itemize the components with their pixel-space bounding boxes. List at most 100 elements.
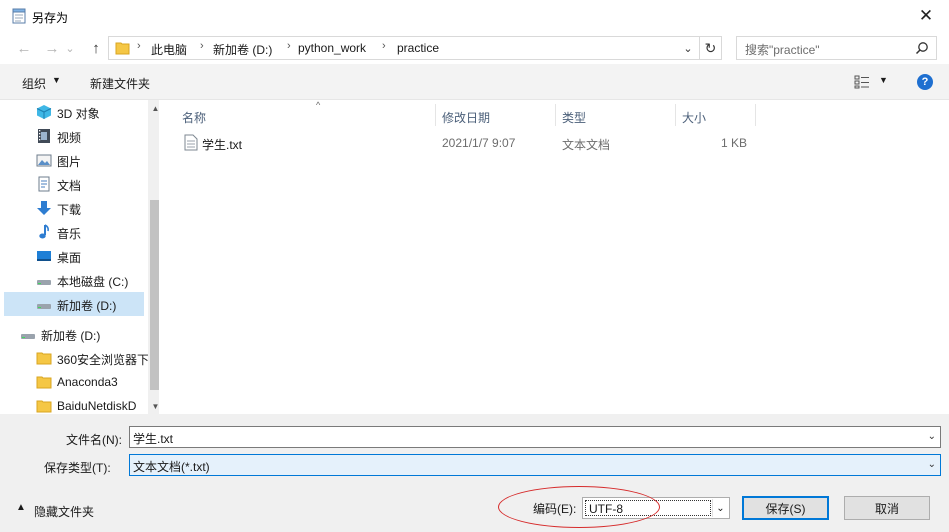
- sidebar-item-downloads[interactable]: 下载: [4, 196, 144, 220]
- file-name: 学生.txt: [202, 138, 243, 152]
- sidebar-item-label: 桌面: [57, 251, 82, 265]
- window-title: 另存为: [32, 11, 69, 25]
- column-header-size[interactable]: 大小: [676, 104, 756, 126]
- column-header-label: 类型: [562, 111, 587, 125]
- cancel-button[interactable]: 取消: [844, 496, 930, 520]
- filetype-value: 文本文档(*.txt): [133, 460, 210, 474]
- sidebar-item-local-disk-c[interactable]: 本地磁盘 (C:): [4, 268, 144, 292]
- sidebar-item-label: 视频: [57, 131, 82, 145]
- sidebar-item-folder-baidunetdisk[interactable]: BaiduNetdiskD: [4, 394, 144, 414]
- breadcrumb-drive-d[interactable]: 新加卷 (D:): [213, 41, 272, 58]
- close-icon: ✕: [918, 6, 934, 25]
- breadcrumb-python-work[interactable]: python_work: [298, 41, 366, 55]
- sidebar-item-label: 音乐: [57, 227, 82, 241]
- search-placeholder: 搜索"practice": [745, 43, 820, 57]
- sidebar-item-label: 图片: [57, 155, 82, 169]
- navigation-scrollbar[interactable]: ▲ ▼: [148, 100, 159, 414]
- forward-button[interactable]: →: [42, 38, 62, 58]
- scrollbar-thumb[interactable]: [150, 200, 159, 390]
- column-header-name[interactable]: 名称 ^: [176, 100, 436, 126]
- text-file-icon: [184, 134, 198, 151]
- music-icon: [39, 224, 49, 239]
- search-input[interactable]: 搜索"practice": [736, 36, 937, 60]
- column-header-date-modified[interactable]: 修改日期: [436, 104, 556, 126]
- help-button[interactable]: ?: [917, 74, 933, 90]
- notepad-icon: [12, 8, 26, 24]
- desktop-icon: [37, 251, 51, 261]
- breadcrumb-separator: ›: [287, 40, 291, 52]
- sidebar-item-label: 新加卷 (D:): [57, 299, 117, 313]
- sidebar-item-documents[interactable]: 文档: [4, 172, 144, 196]
- pictures-icon: [36, 154, 52, 167]
- sidebar-item-videos[interactable]: 视频: [4, 124, 144, 148]
- sidebar-item-label: 文档: [57, 179, 82, 193]
- breadcrumb-practice[interactable]: practice: [397, 41, 439, 55]
- sidebar-item-drive-d[interactable]: 新加卷 (D:): [4, 292, 144, 316]
- caret-down-icon[interactable]: ▼: [879, 75, 888, 85]
- caret-down-icon: ▼: [52, 75, 61, 85]
- save-button-label: 保存(S): [765, 501, 806, 516]
- arrow-left-icon: ←: [16, 39, 32, 57]
- breadcrumb-separator: ›: [200, 40, 204, 52]
- up-button[interactable]: ↑: [86, 38, 106, 58]
- breadcrumb-separator: ›: [137, 40, 141, 52]
- address-dropdown-button[interactable]: ⌄: [677, 37, 699, 59]
- filename-value: 学生.txt: [133, 432, 174, 446]
- sidebar-item-3d-objects[interactable]: 3D 对象: [4, 100, 144, 124]
- view-options-icon[interactable]: [854, 75, 870, 89]
- organize-button[interactable]: 组织: [22, 75, 46, 92]
- sidebar-item-label: 下载: [57, 203, 82, 217]
- video-icon: [38, 129, 50, 143]
- chevron-down-icon[interactable]: ⌄: [928, 431, 936, 442]
- chevron-down-icon[interactable]: ⌄: [928, 459, 936, 470]
- file-type: 文本文档: [562, 138, 611, 152]
- chevron-up-icon[interactable]: ▲: [16, 502, 26, 513]
- hide-folders-button[interactable]: 隐藏文件夹: [34, 503, 94, 520]
- filetype-select[interactable]: 文本文档(*.txt) ⌄: [129, 454, 941, 476]
- search-icon: [915, 42, 928, 55]
- scroll-down-icon[interactable]: ▼: [148, 398, 159, 414]
- file-row[interactable]: 学生.txt 2021/1/7 9:07 文本文档 1 KB: [176, 132, 756, 154]
- chevron-down-icon[interactable]: ⌄: [712, 499, 728, 517]
- sidebar-item-label: 本地磁盘 (C:): [57, 275, 129, 289]
- sort-ascending-icon: ^: [316, 100, 321, 110]
- column-header-type[interactable]: 类型: [556, 104, 676, 126]
- refresh-icon: ↻: [704, 39, 717, 56]
- folder-icon: [36, 376, 52, 389]
- sidebar-item-folder-360[interactable]: 360安全浏览器下: [4, 346, 149, 370]
- filetype-label: 保存类型(T):: [44, 461, 111, 475]
- column-header-label: 名称: [182, 111, 207, 125]
- sidebar-item-drive-d-tree[interactable]: 新加卷 (D:): [4, 322, 144, 346]
- filename-field[interactable]: 学生.txt ⌄: [129, 426, 941, 448]
- folder-icon: [36, 352, 52, 365]
- close-button[interactable]: ✕: [903, 0, 949, 32]
- sidebar-item-label: Anaconda3: [57, 375, 118, 389]
- drive-icon: [37, 304, 51, 309]
- chevron-down-icon: ⌄: [65, 42, 75, 55]
- sidebar-item-label: 3D 对象: [57, 107, 100, 121]
- annotation-ellipse: [498, 486, 660, 528]
- sidebar-item-folder-anaconda3[interactable]: Anaconda3: [4, 370, 144, 394]
- breadcrumb-this-pc[interactable]: 此电脑: [151, 41, 187, 58]
- refresh-button[interactable]: ↻: [700, 36, 722, 60]
- save-as-dialog: 另存为 ✕ ← → ⌄ ↑ › 此电脑 › 新加卷 (D:) › python_…: [0, 0, 949, 532]
- help-icon: ?: [921, 76, 929, 88]
- back-button[interactable]: ←: [14, 38, 34, 58]
- sidebar-item-desktop[interactable]: 桌面: [4, 244, 144, 268]
- folder-icon: [115, 42, 130, 55]
- sidebar-item-pictures[interactable]: 图片: [4, 148, 144, 172]
- recent-locations-button[interactable]: ⌄: [64, 38, 76, 58]
- new-folder-button[interactable]: 新建文件夹: [90, 75, 150, 92]
- cancel-button-label: 取消: [874, 501, 899, 516]
- column-header-label: 大小: [682, 111, 707, 125]
- scroll-up-icon[interactable]: ▲: [148, 100, 159, 116]
- file-date-modified: 2021/1/7 9:07: [442, 136, 516, 150]
- navigation-bar: ← → ⌄ ↑ › 此电脑 › 新加卷 (D:) › python_work ›…: [0, 32, 949, 64]
- address-bar[interactable]: › 此电脑 › 新加卷 (D:) › python_work › practic…: [108, 36, 700, 60]
- sidebar-item-music[interactable]: 音乐: [4, 220, 144, 244]
- command-toolbar: 组织 ▼ 新建文件夹 ▼ ?: [0, 64, 949, 100]
- sidebar-item-label: 360安全浏览器下: [57, 353, 150, 367]
- file-list: 名称 ^ 修改日期 类型 大小 学生.txt 2021/1/7 9:07 文本文…: [160, 100, 949, 414]
- save-button[interactable]: 保存(S): [742, 496, 829, 520]
- arrow-right-icon: →: [44, 39, 60, 57]
